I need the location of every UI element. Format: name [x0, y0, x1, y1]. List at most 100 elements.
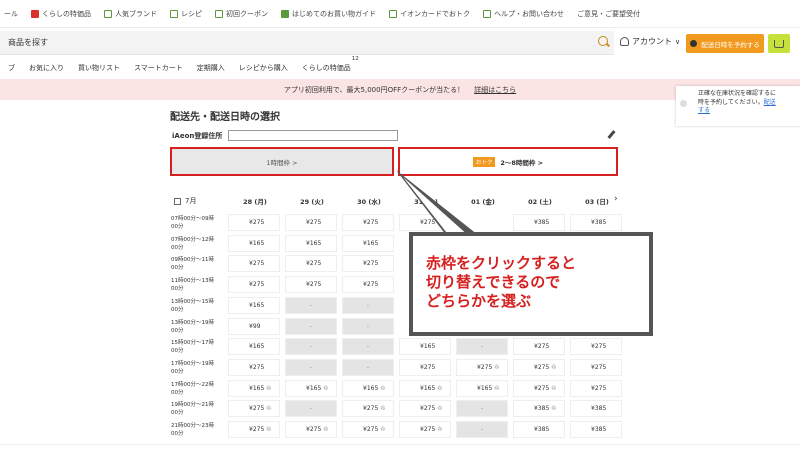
slot-price: - [366, 363, 370, 371]
delivery-slot-cell[interactable]: ¥275 ♲ [399, 421, 451, 438]
slot-price: ¥275 [591, 384, 607, 392]
delivery-slot-cell[interactable]: ¥275 [342, 276, 394, 294]
delivery-slot-cell[interactable]: ¥275 [228, 358, 280, 376]
time-slot-start: 15時00分～17時 [171, 340, 214, 347]
next-week-arrow-icon[interactable]: › [614, 194, 618, 204]
delivery-slot-cell[interactable]: ¥275 [285, 276, 337, 294]
callout-line2: 切り替えできるので [426, 273, 561, 291]
delivery-slot-cell[interactable]: ¥275 [513, 338, 565, 356]
slot-price: ¥165 ♲ [306, 384, 329, 392]
recipe-icon [170, 9, 178, 18]
topbar-item[interactable]: はじめてのお買い物ガイド [281, 9, 376, 19]
delivery-slot-cell[interactable]: ¥275 [570, 379, 622, 397]
nav-item[interactable]: ブ [8, 63, 15, 73]
count-badge: 12 [351, 56, 359, 62]
address-field[interactable] [228, 130, 398, 141]
nav-item[interactable]: スマートカート [134, 63, 183, 73]
delivery-slot-cell[interactable]: ¥165 [399, 338, 451, 356]
topbar-item[interactable]: 人気ブランド [104, 9, 157, 19]
cart-button[interactable] [768, 34, 790, 53]
notice-link1[interactable]: 配送 [764, 99, 776, 106]
notice-link2[interactable]: する [698, 107, 796, 116]
delivery-slot-cell[interactable]: ¥275 [570, 358, 622, 376]
delivery-slot-cell[interactable]: ¥385 [570, 421, 622, 438]
slot-price: ¥385 [534, 426, 550, 433]
delivery-slot-cell[interactable]: ¥165 ♲ [456, 379, 508, 397]
delivery-slot-cell[interactable]: ¥275 [570, 338, 622, 356]
topbar-item[interactable]: レシピ [170, 9, 202, 19]
delivery-slot-cell[interactable]: ¥275 [399, 214, 451, 231]
reserve-delivery-button[interactable]: 配送日時を予約する [686, 34, 764, 53]
chevron-down-icon: ∨ [675, 37, 681, 46]
delivery-slot-cell[interactable]: ¥99 [228, 317, 280, 335]
tab-two-to-eight-hour-slots[interactable]: おトク 2～8時間枠 > [398, 147, 618, 176]
delivery-slot-cell[interactable]: ¥275 ♲ [399, 400, 451, 418]
delivery-slot-cell[interactable]: ¥165 [285, 234, 337, 252]
account-menu[interactable]: アカウント ∨ [620, 36, 680, 47]
delivery-slot-cell[interactable]: ¥275 [228, 255, 280, 273]
delivery-slot-cell[interactable]: ¥275 [285, 214, 337, 231]
delivery-slot-cell[interactable]: ¥385 [570, 400, 622, 418]
delivery-slot-cell[interactable]: ¥165 ♲ [399, 379, 451, 397]
tab-one-hour-slots[interactable]: 1時間枠 > [170, 147, 394, 176]
delivery-slot-cell[interactable]: ¥275 ♲ [456, 358, 508, 376]
delivery-slot-cell[interactable]: ¥275 ♲ [513, 379, 565, 397]
delivery-slot-cell[interactable]: ¥165 [228, 338, 280, 356]
time-slot-end: 00分 [171, 327, 184, 334]
nav-item-label: 定期購入 [196, 64, 225, 72]
topbar-item[interactable]: ご意見・ご要望受付 [577, 9, 640, 19]
topbar-item-label: 人気ブランド [115, 9, 157, 18]
topbar-item[interactable]: 初回クーポン [215, 9, 268, 19]
time-slot-label: 21時00分～23時 00分 [171, 422, 226, 438]
topbar-item[interactable]: イオンカードでおトク [389, 9, 470, 19]
delivery-slot-cell[interactable]: ¥165 [228, 234, 280, 252]
delivery-slot-cell[interactable]: ¥275 ♲ [513, 358, 565, 376]
delivery-slot-cell[interactable]: ¥275 [342, 255, 394, 273]
delivery-slot-cell[interactable]: ¥385 [513, 214, 565, 231]
slot-price: ¥275 ♲ [249, 426, 272, 433]
topbar-item[interactable]: ール [4, 9, 18, 19]
delivery-slot-cell[interactable]: ¥165 ♲ [285, 379, 337, 397]
nav-item[interactable]: レシピから購入 [239, 63, 288, 73]
search-input[interactable]: 商品を探す [0, 31, 614, 55]
delivery-slot-cell[interactable]: ¥385 [570, 214, 622, 231]
shop-icon [104, 9, 112, 18]
delivery-slot-cell[interactable]: ¥275 ♲ [228, 421, 280, 438]
delivery-slot-cell[interactable]: ¥165 [342, 234, 394, 252]
delivery-slot-cell[interactable]: ¥275 [285, 255, 337, 273]
delivery-slot-cell[interactable]: ¥275 [399, 358, 451, 376]
delivery-slot-cell[interactable]: ¥275 ♲ [228, 400, 280, 418]
nav-item[interactable]: くらしの特価品 12 [302, 56, 359, 73]
time-slot-start: 17時00分～19時 [171, 360, 214, 367]
nav-item[interactable]: お気に入り [29, 63, 64, 73]
delivery-slot-cell[interactable]: ¥165 ♲ [342, 379, 394, 397]
callout-box: 赤枠をクリックすると 切り替えできるので どちらかを選ぶ [413, 236, 649, 332]
delivery-slot-cell[interactable]: ¥385 ♲ [513, 400, 565, 418]
nav-item[interactable]: 買い物リスト [78, 63, 120, 73]
slot-price: ¥385 [591, 405, 607, 413]
delivery-slot-cell[interactable]: ¥275 [228, 276, 280, 294]
delivery-slot-cell[interactable]: ¥165 ♲ [228, 379, 280, 397]
topbar-item[interactable]: ヘルプ・お問い合わせ [483, 9, 564, 19]
slot-price: - [480, 405, 484, 413]
delivery-slot-cell[interactable]: ¥275 ♲ [342, 421, 394, 438]
topbar-item[interactable]: くらしの特価品 [31, 9, 91, 19]
delivery-slot-cell[interactable]: ¥165 [228, 296, 280, 314]
delivery-slot-cell[interactable]: ¥275 [342, 214, 394, 231]
slot-price: ¥385 [591, 426, 607, 433]
tab-one-hour-label: 1時間枠 > [266, 158, 298, 167]
nav-item[interactable]: 定期購入 [197, 63, 225, 73]
pencil-icon[interactable] [607, 130, 616, 139]
promo-link[interactable]: 詳細はこちら [474, 85, 516, 95]
delivery-slot-cell[interactable]: ¥275 [228, 214, 280, 231]
topbar-item-label: レシピ [181, 9, 202, 18]
delivery-slot-cell: - [342, 338, 394, 356]
delivery-slot-cell[interactable]: ¥385 [513, 421, 565, 438]
stock-notice: 正確な在庫状況を確認するに 時を予約してください。配送 する [676, 86, 800, 126]
nav-item-label: 買い物リスト [78, 64, 120, 72]
delivery-slot-cell[interactable]: ¥275 ♲ [342, 400, 394, 418]
time-slot-label: 15時00分～17時 00分 [171, 339, 226, 355]
time-slot-start: 09時00分～11時 [171, 257, 214, 264]
delivery-slot-cell[interactable]: ¥275 ♲ [285, 421, 337, 438]
search-icon[interactable] [598, 36, 608, 46]
